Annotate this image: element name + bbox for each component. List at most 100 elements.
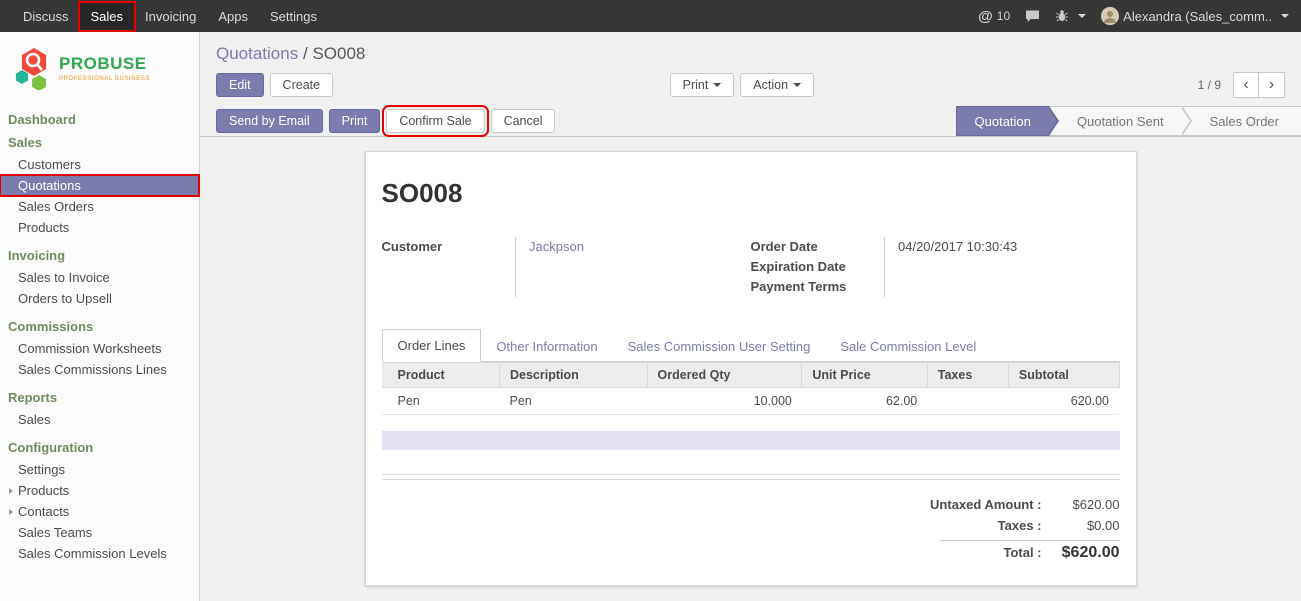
sidebar-item-label: Products xyxy=(18,483,69,498)
tab-other-information[interactable]: Other Information xyxy=(481,331,612,362)
message-bubble-icon xyxy=(1025,9,1040,23)
menu-invoicing[interactable]: Invoicing xyxy=(134,3,207,30)
total-label: Total : xyxy=(1003,545,1041,560)
control-panel: Edit Create Print Action 1 / 9 ‹ › xyxy=(200,64,1301,98)
chevron-down-icon xyxy=(713,83,721,87)
send-by-email-button[interactable]: Send by Email xyxy=(216,109,323,133)
notebook-tabs: Order Lines Other Information Sales Comm… xyxy=(382,329,1120,362)
sidebar-item-config-products[interactable]: Products xyxy=(0,480,199,501)
column-unit-price: Unit Price xyxy=(802,363,927,388)
untaxed-amount-value: $620.00 xyxy=(1042,497,1120,512)
action-dropdown-label: Action xyxy=(753,78,788,92)
menu-discuss[interactable]: Discuss xyxy=(12,3,80,30)
status-row: Send by Email Print Confirm Sale Cancel … xyxy=(200,106,1301,137)
column-ordered-qty: Ordered Qty xyxy=(647,363,802,388)
sidebar-item-commission-worksheets[interactable]: Commission Worksheets xyxy=(0,338,199,359)
action-dropdown[interactable]: Action xyxy=(740,73,814,97)
pager-previous-button[interactable]: ‹ xyxy=(1233,72,1259,98)
customer-label: Customer xyxy=(382,237,516,297)
record-title: SO008 xyxy=(382,178,1120,209)
sidebar-item-sales-orders[interactable]: Sales Orders xyxy=(0,196,199,217)
user-name: Alexandra (Sales_comm.. xyxy=(1123,9,1272,24)
tab-sale-commission-level[interactable]: Sale Commission Level xyxy=(825,331,991,362)
field-groups: Customer Jackpson Order Date 04/20/2017 … xyxy=(382,237,1120,297)
customer-value[interactable]: Jackpson xyxy=(516,237,751,297)
table-row[interactable]: Pen Pen 10.000 62.00 620.00 xyxy=(382,388,1120,415)
main-content: Quotations / SO008 Edit Create Print Act… xyxy=(200,32,1301,601)
print-dropdown-label: Print xyxy=(683,78,709,92)
sidebar-item-sales-commission-levels[interactable]: Sales Commission Levels xyxy=(0,543,199,564)
sidebar-item-reports-sales[interactable]: Sales xyxy=(0,409,199,430)
tab-sales-commission-user-setting[interactable]: Sales Commission User Setting xyxy=(613,331,826,362)
debug-menu[interactable] xyxy=(1055,9,1086,23)
column-product: Product xyxy=(382,363,500,388)
expand-caret-icon xyxy=(9,488,13,494)
menu-sales[interactable]: Sales xyxy=(80,3,135,30)
breadcrumb-current: SO008 xyxy=(312,44,365,63)
taxes-value: $0.00 xyxy=(1042,518,1120,533)
column-description: Description xyxy=(500,363,648,388)
status-quotation[interactable]: Quotation xyxy=(956,106,1049,136)
activities-indicator[interactable]: @ 10 xyxy=(978,8,1010,25)
sidebar-heading-configuration[interactable]: Configuration xyxy=(0,436,199,459)
menu-apps[interactable]: Apps xyxy=(207,3,259,30)
expiration-date-label: Expiration Date xyxy=(751,257,885,277)
chevron-down-icon xyxy=(1078,14,1086,18)
column-taxes: Taxes xyxy=(927,363,1008,388)
notes-section-strip xyxy=(382,431,1120,450)
logo-title: PROBUSE xyxy=(59,54,150,74)
topbar: Discuss Sales Invoicing Apps Settings @ … xyxy=(0,0,1301,32)
sidebar-item-products[interactable]: Products xyxy=(0,217,199,238)
sidebar-heading-invoicing[interactable]: Invoicing xyxy=(0,244,199,267)
logo-subtitle: PROFESSIONAL BUSINESS xyxy=(59,76,150,82)
sidebar-item-sales-commissions-lines[interactable]: Sales Commissions Lines xyxy=(0,359,199,380)
topbar-menus: Discuss Sales Invoicing Apps Settings xyxy=(0,1,328,32)
activities-icon: @ xyxy=(978,8,993,25)
statusbar: Quotation Quotation Sent Sales Order xyxy=(956,106,1301,136)
payment-terms-value xyxy=(885,277,1120,297)
bug-icon xyxy=(1055,9,1069,23)
totals-block: Untaxed Amount : $620.00 Taxes : $0.00 T… xyxy=(860,494,1120,565)
print-dropdown[interactable]: Print xyxy=(670,73,735,97)
taxes-label: Taxes : xyxy=(998,518,1042,533)
chevron-down-icon xyxy=(793,83,801,87)
sidebar-heading-commissions[interactable]: Commissions xyxy=(0,315,199,338)
status-quotation-sent[interactable]: Quotation Sent xyxy=(1049,106,1182,136)
sidebar-item-config-contacts[interactable]: Contacts xyxy=(0,501,199,522)
sidebar-heading-reports[interactable]: Reports xyxy=(0,386,199,409)
sidebar-item-customers[interactable]: Customers xyxy=(0,154,199,175)
user-menu[interactable]: Alexandra (Sales_comm.. xyxy=(1101,7,1289,25)
sidebar-item-label: Contacts xyxy=(18,504,69,519)
sidebar-item-settings[interactable]: Settings xyxy=(0,459,199,480)
print-button[interactable]: Print xyxy=(329,109,381,133)
expand-caret-icon xyxy=(9,509,13,515)
avatar xyxy=(1101,7,1119,25)
section-separator xyxy=(382,474,1120,480)
sidebar-item-orders-to-upsell[interactable]: Orders to Upsell xyxy=(0,288,199,309)
sidebar: PROBUSE PROFESSIONAL BUSINESS Dashboard … xyxy=(0,32,200,601)
confirm-sale-button[interactable]: Confirm Sale xyxy=(386,109,484,133)
create-button[interactable]: Create xyxy=(270,73,334,97)
sidebar-item-quotations[interactable]: Quotations xyxy=(0,175,199,196)
edit-button[interactable]: Edit xyxy=(216,73,264,97)
messages-button[interactable] xyxy=(1025,9,1040,23)
sidebar-item-sales-teams[interactable]: Sales Teams xyxy=(0,522,199,543)
total-value: $620.00 xyxy=(1042,544,1120,562)
pager-next-button[interactable]: › xyxy=(1259,72,1285,98)
cancel-button[interactable]: Cancel xyxy=(491,109,556,133)
sidebar-item-sales-to-invoice[interactable]: Sales to Invoice xyxy=(0,267,199,288)
table-header-row: Product Description Ordered Qty Unit Pri… xyxy=(382,363,1120,388)
tab-order-lines[interactable]: Order Lines xyxy=(382,329,482,362)
cell-product[interactable]: Pen xyxy=(382,388,500,415)
order-lines-table: Product Description Ordered Qty Unit Pri… xyxy=(382,362,1120,415)
probuse-logo: PROBUSE PROFESSIONAL BUSINESS xyxy=(0,32,199,106)
sidebar-heading-dashboard[interactable]: Dashboard xyxy=(0,108,199,131)
breadcrumb-quotations-link[interactable]: Quotations xyxy=(216,44,298,63)
sidebar-heading-sales[interactable]: Sales xyxy=(0,131,199,154)
menu-settings[interactable]: Settings xyxy=(259,3,328,30)
untaxed-amount-label: Untaxed Amount : xyxy=(930,497,1041,512)
activities-count: 10 xyxy=(997,9,1010,23)
cell-taxes xyxy=(927,388,1008,415)
cell-unit-price: 62.00 xyxy=(802,388,927,415)
status-sales-order[interactable]: Sales Order xyxy=(1182,106,1301,136)
